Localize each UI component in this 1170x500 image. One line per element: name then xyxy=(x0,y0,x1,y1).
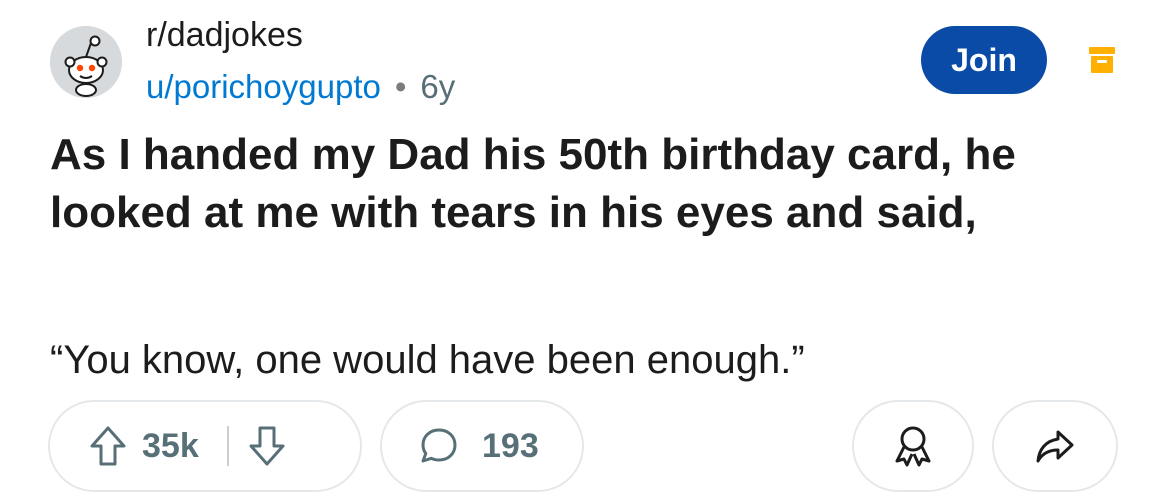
award-ribbon-icon xyxy=(895,426,931,467)
vote-divider xyxy=(226,426,229,466)
arrow-up-icon xyxy=(90,426,126,466)
share-arrow-icon xyxy=(1036,430,1074,463)
post-title[interactable]: As I handed my Dad his 50th birthday car… xyxy=(50,126,1130,242)
subreddit-name[interactable]: r/dadjokes xyxy=(146,14,303,56)
vote-bar: 35k xyxy=(48,400,362,492)
post-meta: u/porichoygupto • 6y xyxy=(146,66,455,108)
avatar[interactable] xyxy=(50,26,122,98)
meta-separator: • xyxy=(394,68,407,105)
upvote-button[interactable] xyxy=(88,424,128,468)
arrow-down-icon xyxy=(249,426,285,466)
comment-count: 193 xyxy=(482,426,539,465)
speech-bubble-icon xyxy=(421,428,457,463)
author-link[interactable]: u/porichoygupto xyxy=(146,68,381,105)
vote-count: 35k xyxy=(142,426,199,465)
share-button[interactable] xyxy=(992,400,1118,492)
award-button[interactable] xyxy=(852,400,974,492)
post-age: 6y xyxy=(420,68,456,105)
reddit-snoo-icon xyxy=(50,26,122,98)
archive-icon xyxy=(1086,44,1118,76)
downvote-button[interactable] xyxy=(247,424,287,468)
comments-button[interactable]: 193 xyxy=(380,400,584,492)
post-body: “You know, one would have been enough.” xyxy=(50,338,805,382)
join-button[interactable]: Join xyxy=(921,26,1047,94)
